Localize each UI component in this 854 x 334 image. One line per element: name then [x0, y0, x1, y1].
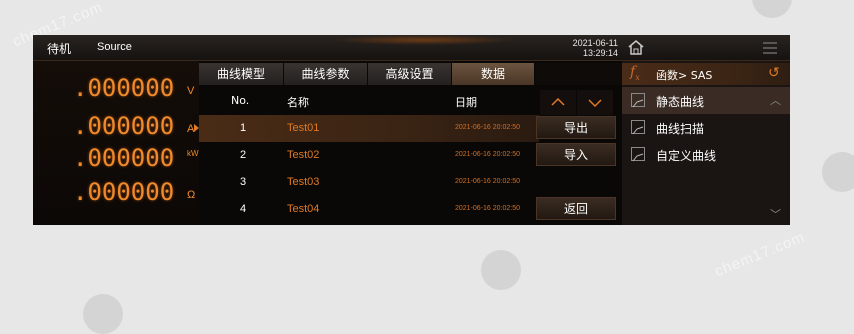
selection-marker	[194, 124, 199, 132]
reading-value: .000000	[73, 144, 175, 172]
status-bar: 待机 Source 2021-06-11 13:29:14	[33, 35, 790, 61]
resistance-reading: .000000 Ω	[73, 177, 198, 207]
row-date: 2021-06-16 20:02:50	[455, 205, 520, 212]
table-row[interactable]: 1 Test01 2021-06-16 20:02:50	[194, 115, 539, 142]
menu-item-label: 静态曲线	[656, 95, 705, 109]
menu-item-label: 自定义曲线	[656, 149, 717, 163]
reading-unit: V	[187, 85, 195, 97]
curve-icon	[631, 120, 645, 135]
home-button[interactable]	[625, 37, 647, 58]
table-header: No. 名称 日期	[199, 89, 539, 113]
menu-button[interactable]	[759, 39, 781, 57]
voltage-reading: .000000 V	[73, 73, 198, 103]
background-circle	[83, 294, 123, 334]
home-icon	[628, 40, 644, 55]
reading-unit: Ω	[187, 189, 196, 201]
function-menu-title: 函数> SAS	[656, 69, 713, 82]
device-screen: 待机 Source 2021-06-11 13:29:14 .000000 V	[33, 35, 790, 225]
power-reading: .000000 kW	[73, 143, 199, 173]
hamburger-icon	[763, 42, 777, 54]
reading-value: .000000	[73, 112, 175, 140]
background-circle	[752, 0, 792, 18]
row-name: Test03	[287, 176, 320, 188]
menu-item-curve-scan[interactable]: 曲线扫描	[622, 114, 790, 141]
function-menu-header[interactable]: fx 函数> SAS ↺	[622, 63, 790, 85]
page-up-button[interactable]	[540, 90, 576, 115]
table-row[interactable]: 3 Test03 2021-06-16 20:02:50	[199, 169, 539, 196]
row-date: 2021-06-16 20:02:50	[455, 124, 520, 131]
tab-bar: 曲线模型 曲线参数 高级设置 数据	[199, 63, 623, 85]
function-menu: fx 函数> SAS ↺ 静态曲线 曲线扫描 自定义曲线 ︿ ﹀	[622, 61, 790, 225]
status-bar-glow	[333, 35, 513, 45]
data-panel: 曲线模型 曲线参数 高级设置 数据 No. 名称 日期 1 Test01 202…	[194, 61, 623, 225]
row-name: Test04	[287, 203, 320, 215]
menu-item-static-curve[interactable]: 静态曲线	[622, 87, 790, 114]
return-icon[interactable]: ↺	[768, 65, 780, 81]
import-button[interactable]: 导入	[536, 143, 616, 166]
chevron-down-icon	[588, 99, 602, 108]
row-no: 4	[239, 203, 247, 215]
row-name: Test01	[287, 122, 320, 134]
export-button[interactable]: 导出	[536, 116, 616, 139]
row-no: 3	[239, 176, 247, 188]
row-name: Test02	[287, 149, 320, 161]
row-date: 2021-06-16 20:02:50	[455, 178, 520, 185]
column-header-name: 名称	[287, 96, 309, 109]
date-label: 2021-06-11	[572, 38, 618, 48]
curve-icon	[631, 147, 645, 162]
row-date: 2021-06-16 20:02:50	[455, 151, 520, 158]
function-icon: fx	[630, 64, 640, 82]
background-circle	[822, 152, 854, 192]
background-circle	[481, 250, 521, 290]
scroll-up-icon[interactable]: ︿	[770, 92, 781, 108]
watermark: chem17.com	[712, 228, 808, 281]
column-header-no: No.	[231, 94, 250, 107]
tab-curve-model[interactable]: 曲线模型	[199, 63, 284, 85]
mode-label: 待机	[47, 42, 72, 56]
menu-item-label: 曲线扫描	[656, 122, 705, 136]
table-row[interactable]: 4 Test04 2021-06-16 20:02:50	[199, 196, 539, 223]
reading-value: .000000	[73, 74, 175, 102]
tab-advanced-settings[interactable]: 高级设置	[368, 63, 452, 85]
reading-unit: kW	[187, 149, 199, 158]
chevron-up-icon	[551, 97, 565, 106]
column-header-date: 日期	[455, 96, 477, 109]
source-label: Source	[97, 41, 132, 53]
table-row[interactable]: 2 Test02 2021-06-16 20:02:50	[199, 142, 539, 169]
datetime: 2021-06-11 13:29:14	[566, 38, 618, 58]
time-label: 13:29:14	[582, 48, 618, 58]
tab-spacer	[535, 63, 623, 85]
page-down-button[interactable]	[577, 90, 613, 115]
back-button[interactable]: 返回	[536, 197, 616, 220]
tab-curve-params[interactable]: 曲线参数	[284, 63, 368, 85]
curve-icon	[631, 93, 645, 108]
reading-value: .000000	[73, 178, 175, 206]
current-reading: .000000 A	[73, 111, 198, 141]
tab-data[interactable]: 数据	[452, 63, 535, 85]
row-no: 2	[239, 149, 247, 161]
row-no: 1	[239, 122, 247, 134]
scroll-down-icon[interactable]: ﹀	[770, 206, 781, 222]
readings-panel: .000000 V .000000 A .000000 kW .000000 Ω	[33, 61, 199, 225]
menu-item-custom-curve[interactable]: 自定义曲线	[622, 141, 790, 168]
